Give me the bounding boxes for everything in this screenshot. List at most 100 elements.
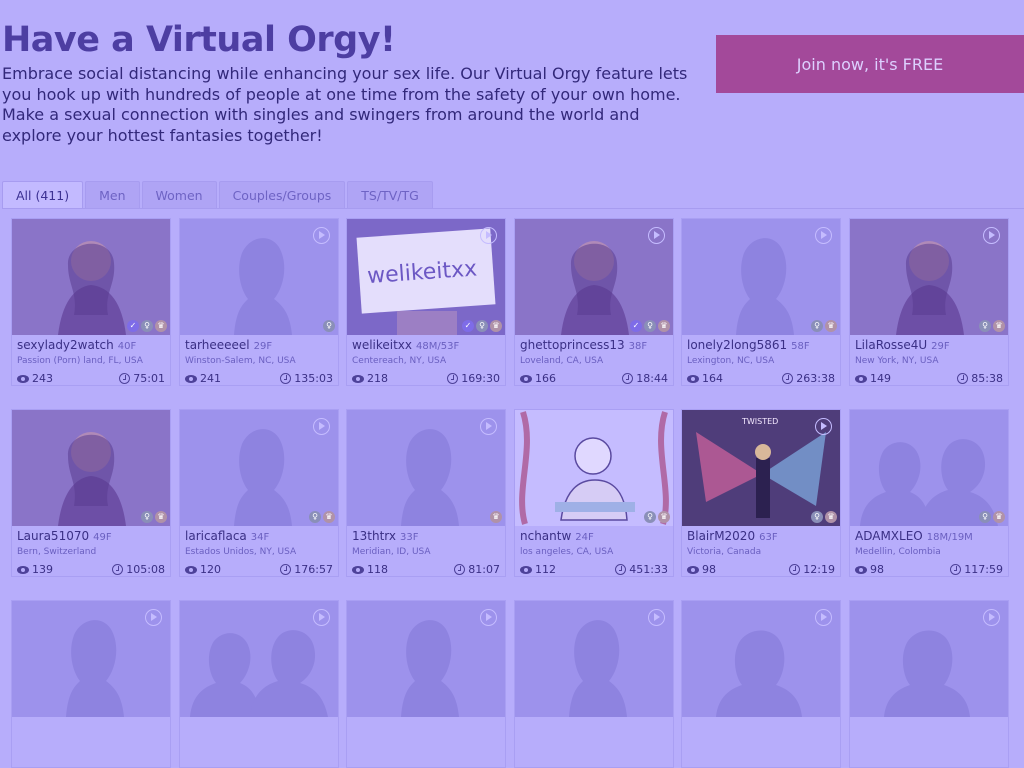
play-icon[interactable] <box>480 418 497 435</box>
profile-card[interactable]: ♀ ♛ Laura51070 49F Bern, Switzerland 139 105:0… <box>11 409 171 577</box>
clock-icon <box>454 564 466 575</box>
tab-all[interactable]: All (411) <box>2 181 84 208</box>
profile-name[interactable]: BlairM2020 <box>687 529 755 543</box>
profile-photo[interactable] <box>12 601 170 717</box>
profile-name-line: sexylady2watch 40F <box>17 338 136 352</box>
clock-icon <box>280 564 292 575</box>
tab-divider <box>2 208 1024 209</box>
play-icon[interactable] <box>648 227 665 244</box>
profile-photo[interactable] <box>180 601 338 717</box>
profile-photo[interactable]: ♀ ♛ <box>850 410 1008 526</box>
profile-name[interactable]: welikeitxx <box>352 338 412 352</box>
views-count: 112 <box>535 563 556 576</box>
profile-card[interactable]: TWISTED ♀ ♛ BlairM2020 63F Victoria, Canada 98… <box>681 409 841 577</box>
profile-card[interactable]: ✓ ♀ ♛ ghettoprincess13 38F Loveland, CA, USA 1… <box>514 218 674 386</box>
profile-name[interactable]: tarheeeeel <box>185 338 250 352</box>
eye-icon <box>687 374 699 383</box>
play-icon[interactable] <box>815 227 832 244</box>
profile-photo[interactable] <box>850 601 1008 717</box>
profile-photo[interactable]: welikeitxx ✓ ♀ ♛ <box>347 219 505 335</box>
play-icon[interactable] <box>480 227 497 244</box>
play-icon[interactable] <box>313 418 330 435</box>
profile-age: 29F <box>931 341 950 352</box>
profile-card[interactable]: ♀ tarheeeeel 29F Winston-Salem, NC, USA 241 1… <box>179 218 339 386</box>
profile-card[interactable] <box>11 600 171 768</box>
crown-icon: ♛ <box>825 511 837 523</box>
profile-name[interactable]: nchantw <box>520 529 571 543</box>
views-stat: 112 <box>520 563 556 576</box>
time-stat: 451:33 <box>615 563 668 576</box>
profile-stats: 241 135:03 <box>185 372 333 385</box>
profile-name[interactable]: sexylady2watch <box>17 338 114 352</box>
profile-photo[interactable] <box>682 601 840 717</box>
profile-name[interactable]: 13thtrx <box>352 529 396 543</box>
profile-card[interactable] <box>514 600 674 768</box>
tab-men[interactable]: Men <box>85 181 140 208</box>
eye-icon <box>855 374 867 383</box>
eye-icon <box>352 374 364 383</box>
join-button[interactable]: Join now, it's FREE <box>716 35 1024 93</box>
play-icon[interactable] <box>145 609 162 626</box>
profile-name[interactable]: lonely2long5861 <box>687 338 787 352</box>
crown-icon: ♛ <box>993 511 1005 523</box>
profile-photo[interactable] <box>347 601 505 717</box>
profile-card[interactable]: ♀ ♛ laricaflaca 34F Estados Unidos, NY, USA 1… <box>179 409 339 577</box>
profile-card[interactable]: ♀ ♛ lonely2long5861 58F Lexington, NC, USA 16… <box>681 218 841 386</box>
profile-photo[interactable] <box>515 601 673 717</box>
tab-ts-tv-tg[interactable]: TS/TV/TG <box>347 181 433 208</box>
tab-women[interactable]: Women <box>141 181 217 208</box>
profile-card[interactable] <box>346 600 506 768</box>
profile-photo[interactable]: ♀ ♛ <box>850 219 1008 335</box>
profile-card[interactable]: ♀ ♛ ADAMXLEO 18M/19M Medellin, Colombia 98 117… <box>849 409 1009 577</box>
profile-photo[interactable]: ✓ ♀ ♛ <box>515 219 673 335</box>
profile-photo[interactable]: ♀ ♛ <box>12 410 170 526</box>
play-icon[interactable] <box>313 609 330 626</box>
time-stat: 75:01 <box>119 372 165 385</box>
profile-name[interactable]: laricaflaca <box>185 529 247 543</box>
profile-stats: 139 105:08 <box>17 563 165 576</box>
views-count: 218 <box>367 372 388 385</box>
profile-photo[interactable]: TWISTED ♀ ♛ <box>682 410 840 526</box>
profile-photo[interactable]: ♀ ♛ <box>515 410 673 526</box>
profile-name-line: ghettoprincess13 38F <box>520 338 647 352</box>
profile-card[interactable] <box>849 600 1009 768</box>
views-stat: 139 <box>17 563 53 576</box>
eye-icon <box>352 565 364 574</box>
profile-card[interactable]: ♛ 13thtrx 33F Meridian, ID, USA 118 81:07 <box>346 409 506 577</box>
profile-photo[interactable]: ♀ <box>180 219 338 335</box>
profile-photo[interactable]: ♛ <box>347 410 505 526</box>
play-icon[interactable] <box>313 227 330 244</box>
profile-name[interactable]: ADAMXLEO <box>855 529 923 543</box>
profile-location: Passion (Porn) land, FL, USA <box>17 356 143 366</box>
play-icon[interactable] <box>983 227 1000 244</box>
profile-card[interactable]: ✓ ♀ ♛ sexylady2watch 40F Passion (Porn) land,… <box>11 218 171 386</box>
profile-name[interactable]: LilaRosse4U <box>855 338 927 352</box>
profile-photo[interactable]: ♀ ♛ <box>180 410 338 526</box>
profile-card[interactable]: ♀ ♛ LilaRosse4U 29F New York, NY, USA 149 85:3… <box>849 218 1009 386</box>
profile-name[interactable]: ghettoprincess13 <box>520 338 625 352</box>
profile-photo[interactable]: ✓ ♀ ♛ <box>12 219 170 335</box>
profile-location: los angeles, CA, USA <box>520 547 614 557</box>
crown-icon: ♛ <box>490 320 502 332</box>
play-icon[interactable] <box>815 609 832 626</box>
profile-age: 63F <box>759 532 778 543</box>
profile-card[interactable]: welikeitxx ✓ ♀ ♛ welikeitxx 48M/53F Centereach… <box>346 218 506 386</box>
profile-location: Lexington, NC, USA <box>687 356 775 366</box>
eye-icon <box>17 565 29 574</box>
time-stat: 105:08 <box>112 563 165 576</box>
play-icon[interactable] <box>983 609 1000 626</box>
play-icon[interactable] <box>648 609 665 626</box>
play-icon[interactable] <box>815 418 832 435</box>
play-icon[interactable] <box>480 609 497 626</box>
profile-card[interactable] <box>681 600 841 768</box>
tab-couples-groups[interactable]: Couples/Groups <box>218 181 346 208</box>
profile-age: 18M/19M <box>926 532 973 543</box>
profile-card[interactable]: ♀ ♛ nchantw 24F los angeles, CA, USA 112 451:3… <box>514 409 674 577</box>
profile-photo[interactable]: ♀ ♛ <box>682 219 840 335</box>
crown-icon: ♛ <box>993 320 1005 332</box>
views-stat: 98 <box>855 563 884 576</box>
profile-name[interactable]: Laura51070 <box>17 529 89 543</box>
views-count: 120 <box>200 563 221 576</box>
profile-card[interactable] <box>179 600 339 768</box>
svg-text:TWISTED: TWISTED <box>741 417 778 426</box>
